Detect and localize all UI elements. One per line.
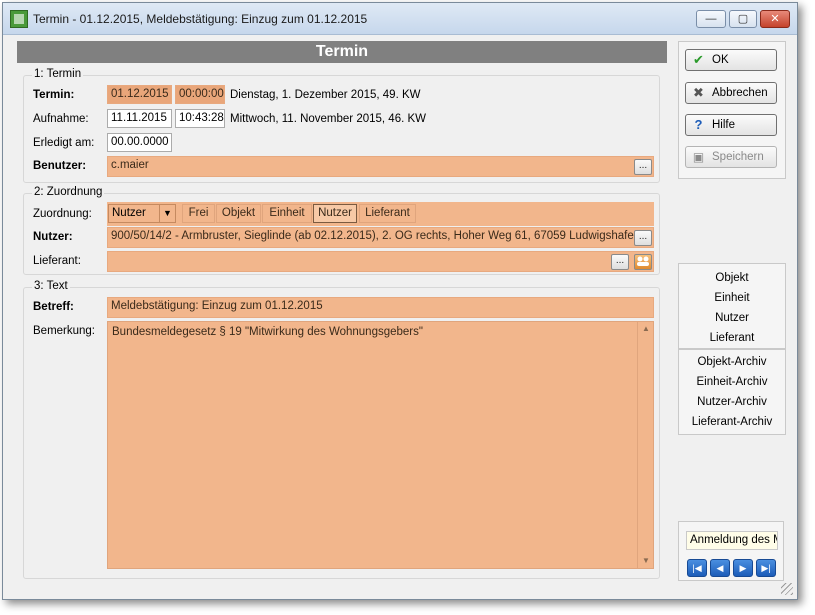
ok-button[interactable]: ✔ OK <box>685 49 777 71</box>
zuordnung-select[interactable]: Nutzer ▼ <box>108 204 176 223</box>
contacts-icon[interactable] <box>634 254 652 270</box>
scroll-up-icon[interactable]: ▲ <box>638 322 654 336</box>
link-einheit-archiv[interactable]: Einheit-Archiv <box>679 376 785 388</box>
zuordnung-select-value: Nutzer <box>112 207 146 219</box>
next-record-icon[interactable]: ▶ <box>733 559 753 577</box>
nutzer-label: Nutzer: <box>33 231 73 243</box>
group-text-legend: 3: Text <box>32 280 70 292</box>
lieferant-field[interactable] <box>107 251 654 272</box>
form-header: Termin <box>17 41 667 63</box>
bemerkung-text: Bundesmeldegesetz § 19 "Mitwirkung des W… <box>112 326 423 338</box>
group-termin-legend: 1: Termin <box>32 68 84 80</box>
bemerkung-label: Bemerkung: <box>33 325 96 337</box>
link-nutzer[interactable]: Nutzer <box>679 312 785 324</box>
help-label: Hilfe <box>712 119 736 131</box>
minimize-button[interactable]: — <box>696 10 726 28</box>
save-icon: ▣ <box>692 150 705 164</box>
lieferant-label: Lieferant: <box>33 255 81 267</box>
bemerkung-scrollbar[interactable]: ▲ ▼ <box>637 322 653 568</box>
segment-objekt[interactable]: Objekt <box>216 204 261 223</box>
resize-grip-icon[interactable] <box>781 583 793 595</box>
links-panel: Objekt Einheit Nutzer Lieferant <box>678 263 786 349</box>
link-objekt[interactable]: Objekt <box>679 272 785 284</box>
record-navigator: Anmeldung des Mi |◀ ◀ ▶ ▶| <box>678 521 784 581</box>
betreff-field[interactable]: Meldebstätigung: Einzug zum 01.12.2015 <box>107 297 654 318</box>
termin-label: Termin: <box>33 89 75 101</box>
link-lieferant-archiv[interactable]: Lieferant-Archiv <box>679 416 785 428</box>
segment-nutzer[interactable]: Nutzer <box>313 204 357 223</box>
scroll-down-icon[interactable]: ▼ <box>638 554 654 568</box>
chevron-down-icon: ▼ <box>159 205 175 222</box>
maximize-button[interactable]: ▢ <box>729 10 757 28</box>
link-lieferant[interactable]: Lieferant <box>679 332 785 344</box>
nutzer-field[interactable]: 900/50/14/2 - Armbruster, Sieglinde (ab … <box>107 227 654 248</box>
termin-date-field[interactable]: 01.12.2015 <box>107 85 172 104</box>
first-record-icon[interactable]: |◀ <box>687 559 707 577</box>
window-title: Termin - 01.12.2015, Meldebstätigung: Ei… <box>33 12 368 26</box>
app-icon <box>10 10 28 28</box>
help-button[interactable]: ? Hilfe <box>685 114 777 136</box>
segment-lieferant[interactable]: Lieferant <box>359 204 416 223</box>
close-button[interactable]: ✕ <box>760 10 790 28</box>
aufnahme-time-field[interactable]: 10:43:28 <box>175 109 225 128</box>
erledigt-field[interactable]: 00.00.0000 <box>107 133 172 152</box>
check-icon: ✔ <box>693 52 704 67</box>
archive-panel: Objekt-Archiv Einheit-Archiv Nutzer-Arch… <box>678 349 786 435</box>
cancel-button[interactable]: ✖ Abbrechen <box>685 82 777 104</box>
benutzer-browse-button[interactable]: ... <box>634 159 652 175</box>
ok-label: OK <box>712 54 729 66</box>
prev-record-icon[interactable]: ◀ <box>710 559 730 577</box>
help-icon: ? <box>694 117 703 132</box>
cancel-icon: ✖ <box>693 85 704 100</box>
nutzer-browse-button[interactable]: ... <box>634 230 652 246</box>
save-label: Speichern <box>712 151 764 163</box>
erledigt-label: Erledigt am: <box>33 137 95 149</box>
title-bar[interactable]: Termin - 01.12.2015, Meldebstätigung: Ei… <box>3 3 797 35</box>
group-zuordnung-legend: 2: Zuordnung <box>32 186 105 198</box>
link-objekt-archiv[interactable]: Objekt-Archiv <box>679 356 785 368</box>
link-einheit[interactable]: Einheit <box>679 292 785 304</box>
record-field[interactable]: Anmeldung des Mi <box>686 531 778 550</box>
bemerkung-textarea[interactable]: Bundesmeldegesetz § 19 "Mitwirkung des W… <box>107 321 654 569</box>
termin-time-field[interactable]: 00:00:00 <box>175 85 225 104</box>
aufnahme-date-field[interactable]: 11.11.2015 <box>107 109 172 128</box>
lieferant-browse-button[interactable]: ... <box>611 254 629 270</box>
save-button[interactable]: ▣ Speichern <box>685 146 777 168</box>
aufnahme-label: Aufnahme: <box>33 113 89 125</box>
cancel-label: Abbrechen <box>712 87 768 99</box>
benutzer-field[interactable]: c.maier <box>107 156 654 177</box>
segment-einheit[interactable]: Einheit <box>262 204 312 223</box>
betreff-label: Betreff: <box>33 301 74 313</box>
dialog-window: Termin - 01.12.2015, Meldebstätigung: Ei… <box>2 2 798 600</box>
termin-description: Dienstag, 1. Dezember 2015, 49. KW <box>230 89 421 101</box>
aufnahme-description: Mittwoch, 11. November 2015, 46. KW <box>230 113 427 125</box>
last-record-icon[interactable]: ▶| <box>756 559 776 577</box>
link-nutzer-archiv[interactable]: Nutzer-Archiv <box>679 396 785 408</box>
benutzer-label: Benutzer: <box>33 160 87 172</box>
segment-frei[interactable]: Frei <box>182 204 215 223</box>
zuordnung-label: Zuordnung: <box>33 208 92 220</box>
